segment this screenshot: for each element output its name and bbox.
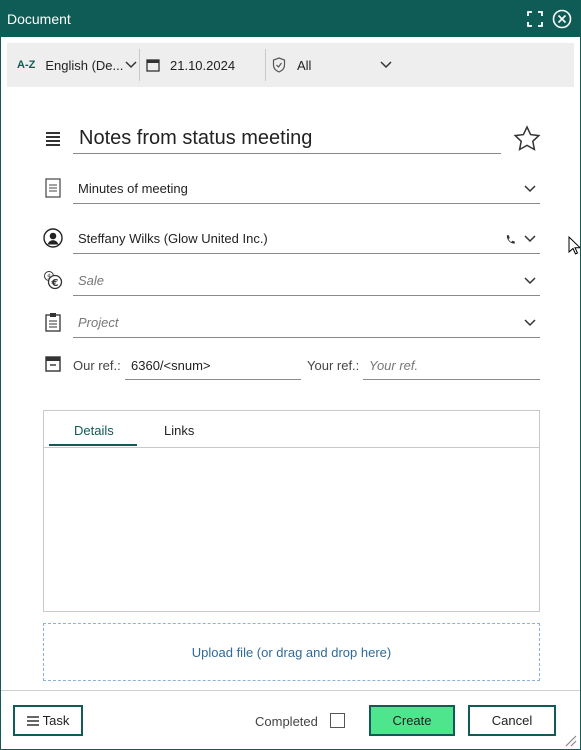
chevron-down-icon bbox=[524, 276, 536, 284]
document-type-select[interactable]: Minutes of meeting bbox=[73, 174, 540, 204]
phone-icon[interactable] bbox=[505, 234, 515, 245]
create-button-label: Create bbox=[392, 713, 432, 728]
footer-divider bbox=[1, 690, 580, 691]
svg-text:€: € bbox=[51, 278, 59, 289]
our-ref-label: Our ref.: bbox=[73, 358, 121, 373]
calendar-icon bbox=[146, 59, 160, 72]
details-panel: Details Links bbox=[43, 410, 540, 612]
tab-bar: Details Links bbox=[44, 411, 539, 448]
sale-select[interactable]: Sale bbox=[73, 266, 540, 296]
chevron-down-icon bbox=[125, 61, 137, 69]
language-az-icon: A-Z bbox=[17, 59, 36, 71]
menu-lines-icon bbox=[26, 715, 39, 726]
details-content-area[interactable] bbox=[44, 448, 539, 611]
text-lines-icon bbox=[42, 128, 64, 150]
our-ref-input[interactable]: 6360/<snum> bbox=[125, 351, 301, 380]
project-placeholder: Project bbox=[78, 315, 119, 330]
close-icon[interactable] bbox=[552, 9, 572, 29]
document-title-input[interactable]: Notes from status meeting bbox=[73, 124, 501, 154]
cancel-button-label: Cancel bbox=[491, 713, 533, 728]
contact-select[interactable]: Steffany Wilks (Glow United Inc.) bbox=[73, 224, 540, 254]
chevron-down-icon bbox=[524, 234, 536, 242]
toolbar-divider bbox=[265, 49, 266, 81]
chevron-down-icon bbox=[524, 184, 536, 192]
completed-label: Completed bbox=[255, 714, 318, 729]
upload-label: Upload file (or drag and drop here) bbox=[191, 644, 392, 660]
document-title-value: Notes from status meeting bbox=[79, 127, 313, 149]
tab-links[interactable]: Links bbox=[164, 423, 194, 438]
project-select[interactable]: Project bbox=[73, 308, 540, 338]
upload-dropzone[interactable]: Upload file (or drag and drop here) bbox=[43, 623, 540, 681]
task-button-label: Task bbox=[42, 713, 70, 728]
clipboard-icon bbox=[42, 311, 64, 333]
contact-value: Steffany Wilks (Glow United Inc.) bbox=[78, 231, 268, 246]
access-selector[interactable]: All bbox=[272, 43, 392, 87]
date-picker[interactable]: 21.10.2024 bbox=[146, 43, 261, 87]
date-value: 21.10.2024 bbox=[170, 57, 236, 73]
sale-currency-icon: $ € bbox=[42, 269, 64, 291]
title-bar: Document bbox=[1, 1, 580, 37]
archive-box-icon bbox=[42, 353, 64, 375]
chevron-down-icon bbox=[380, 61, 392, 69]
shield-icon bbox=[272, 57, 286, 73]
document-icon bbox=[42, 177, 64, 199]
star-icon[interactable] bbox=[512, 124, 542, 154]
mouse-cursor bbox=[568, 236, 580, 255]
active-tab-indicator bbox=[49, 444, 137, 446]
chevron-down-icon bbox=[524, 318, 536, 326]
toolbar: A-Z English (De... 21.10.2024 All bbox=[7, 43, 574, 87]
language-value: English (De... bbox=[45, 57, 124, 73]
window-title: Document bbox=[7, 11, 71, 27]
person-icon bbox=[42, 227, 64, 249]
access-value: All bbox=[297, 57, 312, 73]
completed-checkbox[interactable] bbox=[330, 713, 345, 728]
maximize-icon[interactable] bbox=[525, 9, 545, 29]
document-dialog: Document A-Z English (De... 21.10.2024 A… bbox=[0, 0, 581, 750]
task-button[interactable]: Task bbox=[13, 705, 83, 736]
resize-grip-icon[interactable] bbox=[563, 733, 577, 747]
language-selector[interactable]: A-Z English (De... bbox=[17, 43, 137, 87]
document-type-value: Minutes of meeting bbox=[78, 181, 188, 196]
create-button[interactable]: Create bbox=[369, 705, 455, 736]
sale-placeholder: Sale bbox=[78, 273, 105, 288]
your-ref-label: Your ref.: bbox=[307, 358, 360, 373]
cancel-button[interactable]: Cancel bbox=[468, 705, 556, 736]
your-ref-input[interactable]: Your ref. bbox=[363, 351, 540, 380]
toolbar-divider bbox=[139, 49, 140, 81]
our-ref-value: 6360/<snum> bbox=[131, 357, 211, 373]
tab-details[interactable]: Details bbox=[74, 423, 114, 438]
your-ref-placeholder: Your ref. bbox=[369, 357, 419, 373]
